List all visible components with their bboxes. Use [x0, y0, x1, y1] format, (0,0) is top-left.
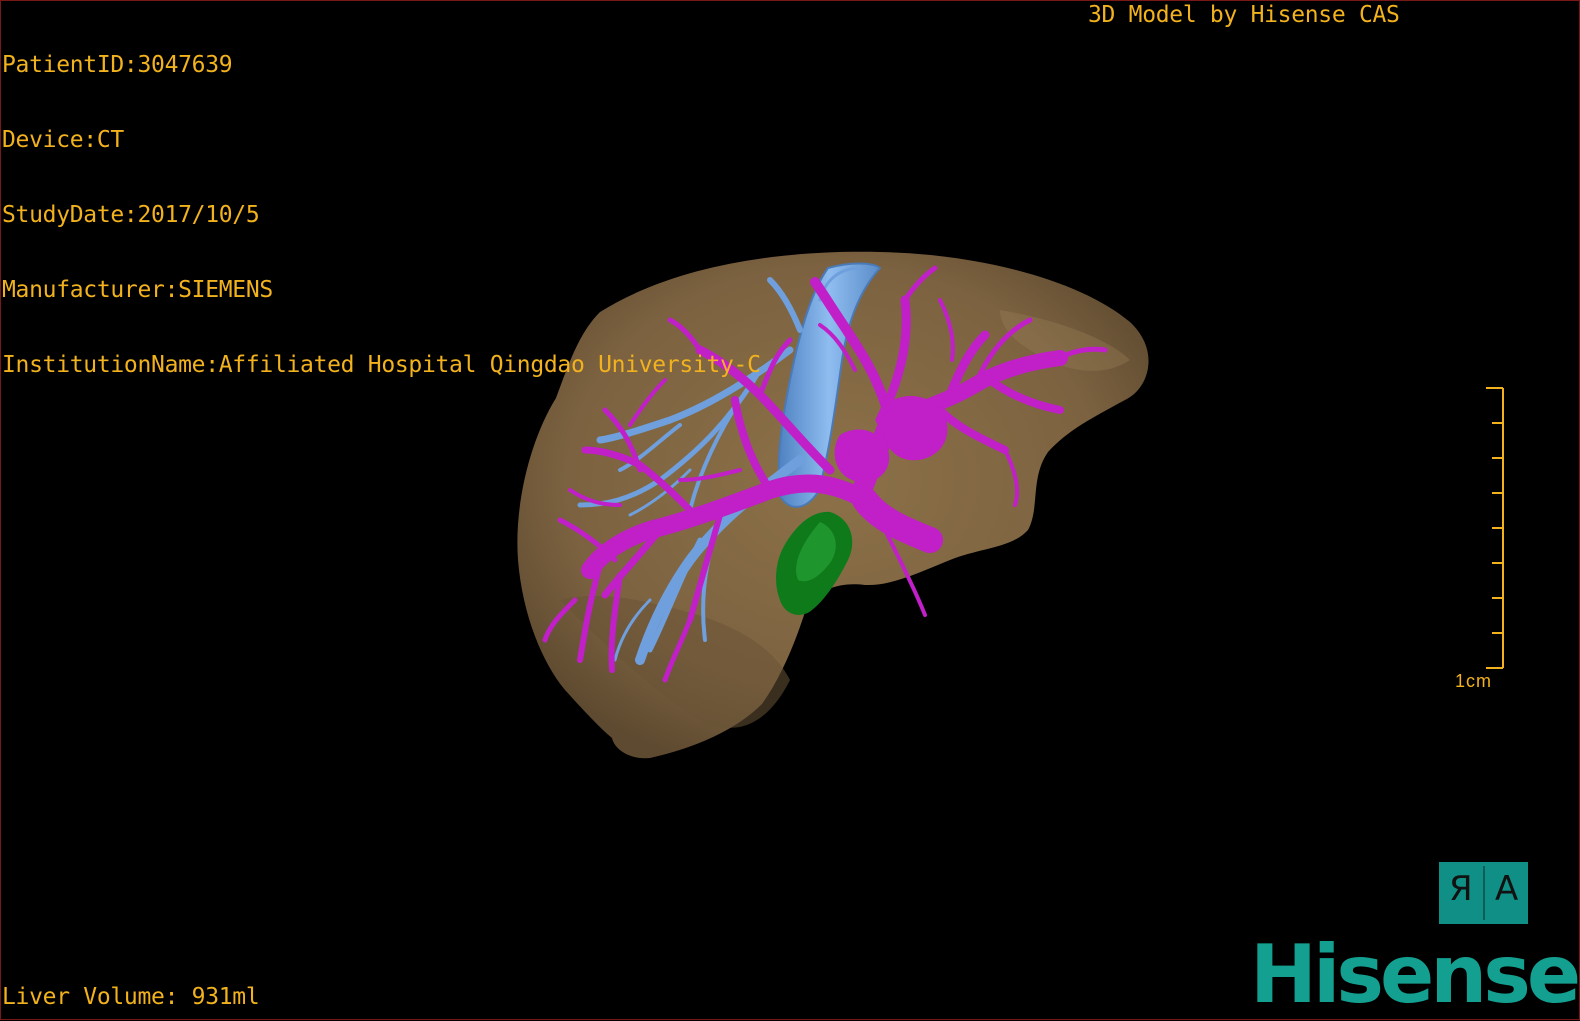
- study-date-label: StudyDate:2017/10/5: [2, 202, 260, 228]
- model-credit: 3D Model by Hisense CAS: [1088, 2, 1400, 28]
- device-label: Device:CT: [2, 127, 124, 153]
- hisense-logo: Hisense: [1250, 928, 1580, 1021]
- patient-id-label: PatientID:3047639: [2, 52, 233, 78]
- orientation-left-glyph: Я: [1449, 869, 1473, 909]
- scale-label: 1cm: [1455, 671, 1493, 691]
- manufacturer-label: Manufacturer:SIEMENS: [2, 277, 273, 303]
- liver-volume-label: Liver Volume: 931ml: [2, 984, 260, 1010]
- dicom-info-overlay: PatientID:3047639 Device:CT StudyDate:20…: [2, 3, 761, 403]
- scale-bar: [1486, 387, 1504, 669]
- orientation-divider: [1483, 866, 1485, 920]
- orientation-cube[interactable]: Я A: [1439, 862, 1528, 924]
- orientation-right-glyph: A: [1495, 869, 1519, 909]
- institution-label: InstitutionName:Affiliated Hospital Qing…: [2, 352, 761, 378]
